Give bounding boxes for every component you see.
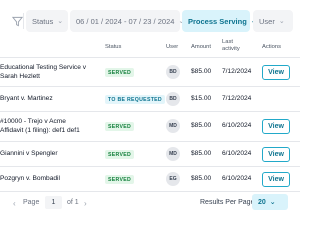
last-activity: 6/10/2024 [222,175,252,182]
table-row[interactable]: Educational Testing Service v Sarah Hezl… [0,58,300,87]
table-row[interactable]: #10000 - Trejo v Acme Affidavit (1 filin… [0,112,300,142]
last-activity: 6/10/2024 [222,122,252,129]
table-row[interactable]: Bryant v. Martinez TO BE REQUESTED BD $1… [0,87,300,112]
view-button[interactable]: View [262,172,290,187]
page-label: Page [23,199,40,206]
case-name: Bryant v. Martinez [0,95,53,102]
user-filter[interactable]: User ⌄ [253,10,293,32]
status-badge: TO BE REQUESTED [105,95,165,104]
actions-column-header: Actions [262,44,282,50]
last-activity: 7/12/2024 [222,68,252,75]
status-column-header: Status [105,44,122,50]
case-name: Giannini v Spengler [0,150,58,157]
case-name-line2: Sarah Hezlett [0,72,40,80]
status-filter[interactable]: Status ⌄ [26,10,68,32]
avatar: MD [166,147,180,161]
last-activity: 6/10/2024 [222,150,252,157]
case-name: #10000 - Trejo v Acme Affidavit (1 filin… [0,118,100,135]
table-row[interactable]: Pozgryn v. Bombadil SERVED EG $85.00 6/1… [0,167,300,192]
view-button[interactable]: View [262,65,290,80]
page-number-input[interactable]: 1 [45,196,62,209]
service-filter[interactable]: Process Serving ⌄ [182,10,257,32]
case-name: Pozgryn v. Bombadil [0,175,60,182]
amount: $85.00 [191,68,212,75]
view-button[interactable]: View [262,147,290,162]
date-range-label: 06 / 01 / 2024 - 07 / 23 / 2024 [76,16,175,26]
filter-divider [23,13,24,29]
status-filter-label: Status [32,16,54,26]
results-per-page-select[interactable]: 20 ⌄ [252,194,288,210]
case-name: Educational Testing Service v Sarah Hezl… [0,64,100,81]
user-filter-label: User [259,16,275,26]
case-name-line1: Educational Testing Service v [0,64,87,71]
amount: $85.00 [191,175,212,182]
amount: $15.00 [191,95,212,102]
status-badge: SERVED [105,175,135,184]
date-range-filter[interactable]: 06 / 01 / 2024 - 07 / 23 / 2024 ⌄ [70,10,184,32]
status-badge: SERVED [105,150,135,159]
amount: $85.00 [191,150,212,157]
chevron-down-icon: ⌄ [269,199,276,206]
results-per-page-label: Results Per Page: [200,199,257,206]
avatar: BD [166,65,180,79]
status-badge: SERVED [105,68,135,77]
last-activity: 7/12/2024 [222,95,252,102]
status-badge: SERVED [105,122,135,131]
chevron-left-icon[interactable]: ‹ [13,199,16,208]
pagination: ‹ Page 1 of 1 › Results Per Page: 20 ⌄ [0,193,300,213]
chevron-right-icon[interactable]: › [84,199,87,208]
service-filter-label: Process Serving [188,16,247,26]
user-column-header: User [166,44,179,50]
chevron-down-icon: ⌄ [278,18,285,25]
avatar: MD [166,119,180,133]
filter-bar: Status ⌄ 06 / 01 / 2024 - 07 / 23 / 2024… [0,10,300,32]
case-name-line1: #10000 - Trejo v Acme [0,118,66,125]
last-activity-column-header: Last activity [222,39,240,52]
table-row[interactable]: Giannini v Spengler SERVED MD $85.00 6/1… [0,142,300,167]
chevron-down-icon: ⌄ [57,18,64,25]
avatar: EG [166,172,180,186]
view-button[interactable]: View [262,119,290,134]
page-count-label: of 1 [67,199,79,206]
case-name-line2: Affidavit (1 filing): def1 def1 [0,126,80,134]
results-per-page-value: 20 [258,198,266,206]
amount-column-header: Amount [191,44,211,50]
amount: $85.00 [191,122,212,129]
table-header: Status User Amount Last activity Actions [0,38,300,58]
avatar: BD [166,92,180,106]
